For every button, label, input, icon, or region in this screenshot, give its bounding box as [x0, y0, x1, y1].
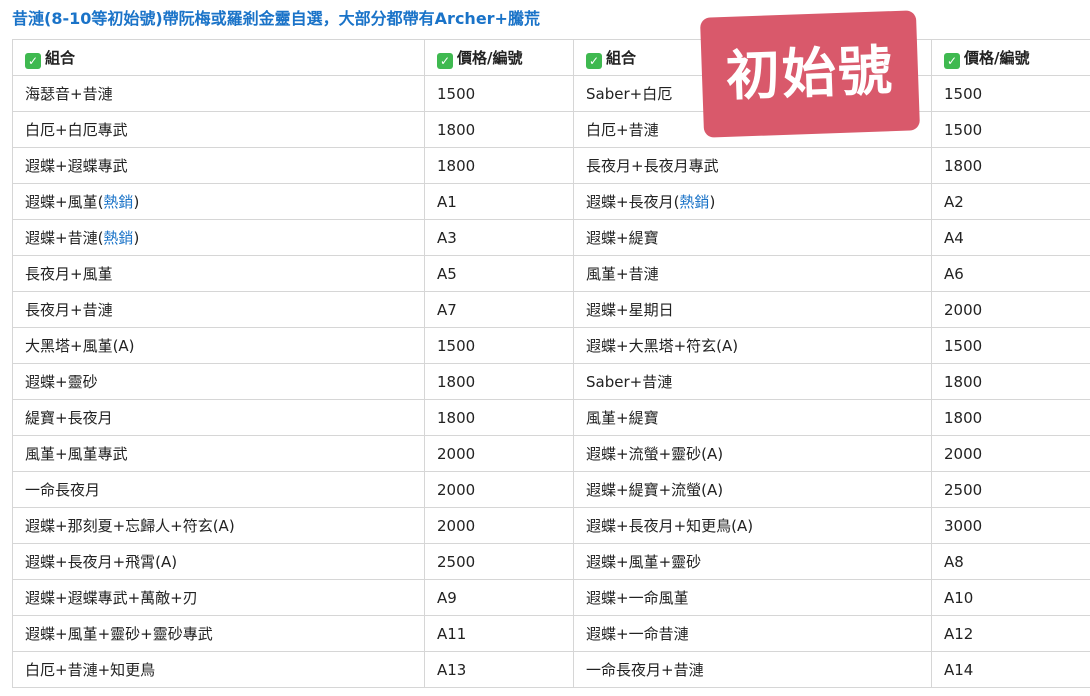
right-combo-cell: 長夜月+長夜月專武 — [573, 147, 932, 184]
right-combo-cell: 風堇+昔漣 — [573, 255, 932, 292]
right-price-cell: A8 — [931, 543, 1090, 580]
right-combo-cell: 遐蝶+緹寶 — [573, 219, 932, 256]
left-price-cell: A3 — [424, 219, 574, 256]
right-combo-cell: 風堇+緹寶 — [573, 399, 932, 436]
table-row: 遐蝶+昔漣(熱銷) A3 遐蝶+緹寶 A4 — [12, 219, 1090, 256]
right-combo-cell: 遐蝶+長夜月(熱銷) — [573, 183, 932, 220]
left-price-cell: A9 — [424, 579, 574, 616]
left-price-cell: A11 — [424, 615, 574, 652]
left-price-cell: A7 — [424, 291, 574, 328]
table-row: 大黑塔+風堇(A) 1500 遐蝶+大黑塔+符玄(A) 1500 — [12, 327, 1090, 364]
right-price-cell: 3000 — [931, 507, 1090, 544]
table-row: 白厄+昔漣+知更鳥 A13 一命長夜月+昔漣 A14 — [12, 651, 1090, 688]
left-combo-cell: 遐蝶+遐蝶專武 — [12, 147, 425, 184]
right-price-cell: 1500 — [931, 75, 1090, 112]
right-combo-cell: 遐蝶+一命風堇 — [573, 579, 932, 616]
check-icon: ✓ — [437, 52, 453, 69]
column-header-combo-left: ✓ 組合 — [12, 39, 425, 76]
left-combo-cell: 遐蝶+昔漣(熱銷) — [12, 219, 425, 256]
left-combo-cell: 緹寶+長夜月 — [12, 399, 425, 436]
left-combo-cell: 遐蝶+風堇+靈砂+靈砂專武 — [12, 615, 425, 652]
right-combo-cell: 一命長夜月+昔漣 — [573, 651, 932, 688]
left-combo-cell: 長夜月+風堇 — [12, 255, 425, 292]
check-icon: ✓ — [944, 52, 960, 69]
left-price-cell: 1800 — [424, 147, 574, 184]
table-row: 緹寶+長夜月 1800 風堇+緹寶 1800 — [12, 399, 1090, 436]
left-price-cell: 1500 — [424, 327, 574, 364]
left-price-cell: 1800 — [424, 399, 574, 436]
left-price-cell: A1 — [424, 183, 574, 220]
column-header-price-left: ✓ 價格/編號 — [424, 39, 574, 76]
page-title: 昔漣(8-10等初始號)帶阮梅或羅剎金靈自選，大部分都帶有Archer+騰荒 — [12, 9, 540, 28]
right-price-cell: 1800 — [931, 399, 1090, 436]
left-price-cell: A5 — [424, 255, 574, 292]
left-price-cell: 1500 — [424, 75, 574, 112]
initial-account-stamp: 初始號 — [699, 10, 921, 138]
table-row: 風堇+風堇專武 2000 遐蝶+流螢+靈砂(A) 2000 — [12, 435, 1090, 472]
left-price-cell: A13 — [424, 651, 574, 688]
left-price-cell: 2000 — [424, 435, 574, 472]
right-combo-cell: 遐蝶+星期日 — [573, 291, 932, 328]
left-price-cell: 2000 — [424, 471, 574, 508]
table-body: 海瑟音+昔漣 1500 Saber+白厄 1500 白厄+白厄專武 1800 白厄+昔漣 15… — [12, 75, 1090, 688]
table-row: 遐蝶+靈砂 1800 Saber+昔漣 1800 — [12, 363, 1090, 400]
right-price-cell: A6 — [931, 255, 1090, 292]
left-combo-cell: 白厄+白厄專武 — [12, 111, 425, 148]
left-price-cell: 2500 — [424, 543, 574, 580]
table-row: 遐蝶+風堇(熱銷) A1 遐蝶+長夜月(熱銷) A2 — [12, 183, 1090, 220]
table-row: 海瑟音+昔漣 1500 Saber+白厄 1500 — [12, 75, 1090, 112]
right-price-cell: A12 — [931, 615, 1090, 652]
left-combo-cell: 白厄+昔漣+知更鳥 — [12, 651, 425, 688]
table-row: 遐蝶+遐蝶專武+萬敵+刃 A9 遐蝶+一命風堇 A10 — [12, 579, 1090, 616]
right-combo-cell: 遐蝶+流螢+靈砂(A) — [573, 435, 932, 472]
left-combo-cell: 遐蝶+靈砂 — [12, 363, 425, 400]
right-combo-cell: 遐蝶+一命昔漣 — [573, 615, 932, 652]
right-combo-cell: 遐蝶+風堇+靈砂 — [573, 543, 932, 580]
left-price-cell: 1800 — [424, 363, 574, 400]
table-row: 遐蝶+長夜月+飛霄(A) 2500 遐蝶+風堇+靈砂 A8 — [12, 543, 1090, 580]
right-combo-cell: Saber+昔漣 — [573, 363, 932, 400]
hot-sale-label: 熱銷 — [679, 193, 710, 211]
table-row: 一命長夜月 2000 遐蝶+緹寶+流螢(A) 2500 — [12, 471, 1090, 508]
table-row: 白厄+白厄專武 1800 白厄+昔漣 1500 — [12, 111, 1090, 148]
left-combo-cell: 遐蝶+那刻夏+忘歸人+符玄(A) — [12, 507, 425, 544]
right-price-cell: 2000 — [931, 435, 1090, 472]
hot-sale-label: 熱銷 — [103, 229, 134, 247]
right-price-cell: 1500 — [931, 111, 1090, 148]
left-price-cell: 1800 — [424, 111, 574, 148]
table-header-row: ✓ 組合 ✓ 價格/編號 ✓ 組合 ✓ 價格/編號 — [12, 39, 1090, 76]
right-price-cell: 1500 — [931, 327, 1090, 364]
hot-sale-label: 熱銷 — [103, 193, 134, 211]
table-row: 長夜月+風堇 A5 風堇+昔漣 A6 — [12, 255, 1090, 292]
right-price-cell: A10 — [931, 579, 1090, 616]
column-header-price-right: ✓ 價格/編號 — [931, 39, 1090, 76]
right-combo-cell: 遐蝶+長夜月+知更鳥(A) — [573, 507, 932, 544]
table-row: 長夜月+昔漣 A7 遐蝶+星期日 2000 — [12, 291, 1090, 328]
right-price-cell: 1800 — [931, 147, 1090, 184]
left-price-cell: 2000 — [424, 507, 574, 544]
left-combo-cell: 遐蝶+風堇(熱銷) — [12, 183, 425, 220]
right-price-cell: 1800 — [931, 363, 1090, 400]
right-price-cell: 2500 — [931, 471, 1090, 508]
left-combo-cell: 遐蝶+遐蝶專武+萬敵+刃 — [12, 579, 425, 616]
right-price-cell: 2000 — [931, 291, 1090, 328]
table-row: 遐蝶+那刻夏+忘歸人+符玄(A) 2000 遐蝶+長夜月+知更鳥(A) 3000 — [12, 507, 1090, 544]
left-combo-cell: 海瑟音+昔漣 — [12, 75, 425, 112]
left-combo-cell: 風堇+風堇專武 — [12, 435, 425, 472]
left-combo-cell: 長夜月+昔漣 — [12, 291, 425, 328]
left-combo-cell: 一命長夜月 — [12, 471, 425, 508]
check-icon: ✓ — [25, 52, 41, 69]
table-row: 遐蝶+風堇+靈砂+靈砂專武 A11 遐蝶+一命昔漣 A12 — [12, 615, 1090, 652]
right-price-cell: A14 — [931, 651, 1090, 688]
right-combo-cell: 遐蝶+大黑塔+符玄(A) — [573, 327, 932, 364]
right-combo-cell: 遐蝶+緹寶+流螢(A) — [573, 471, 932, 508]
left-combo-cell: 遐蝶+長夜月+飛霄(A) — [12, 543, 425, 580]
check-icon: ✓ — [586, 52, 602, 69]
right-price-cell: A4 — [931, 219, 1090, 256]
right-price-cell: A2 — [931, 183, 1090, 220]
table-row: 遐蝶+遐蝶專武 1800 長夜月+長夜月專武 1800 — [12, 147, 1090, 184]
price-table: ✓ 組合 ✓ 價格/編號 ✓ 組合 ✓ 價格/編號 海瑟音+昔漣 1500 Saber+白厄… — [12, 39, 1090, 688]
left-combo-cell: 大黑塔+風堇(A) — [12, 327, 425, 364]
